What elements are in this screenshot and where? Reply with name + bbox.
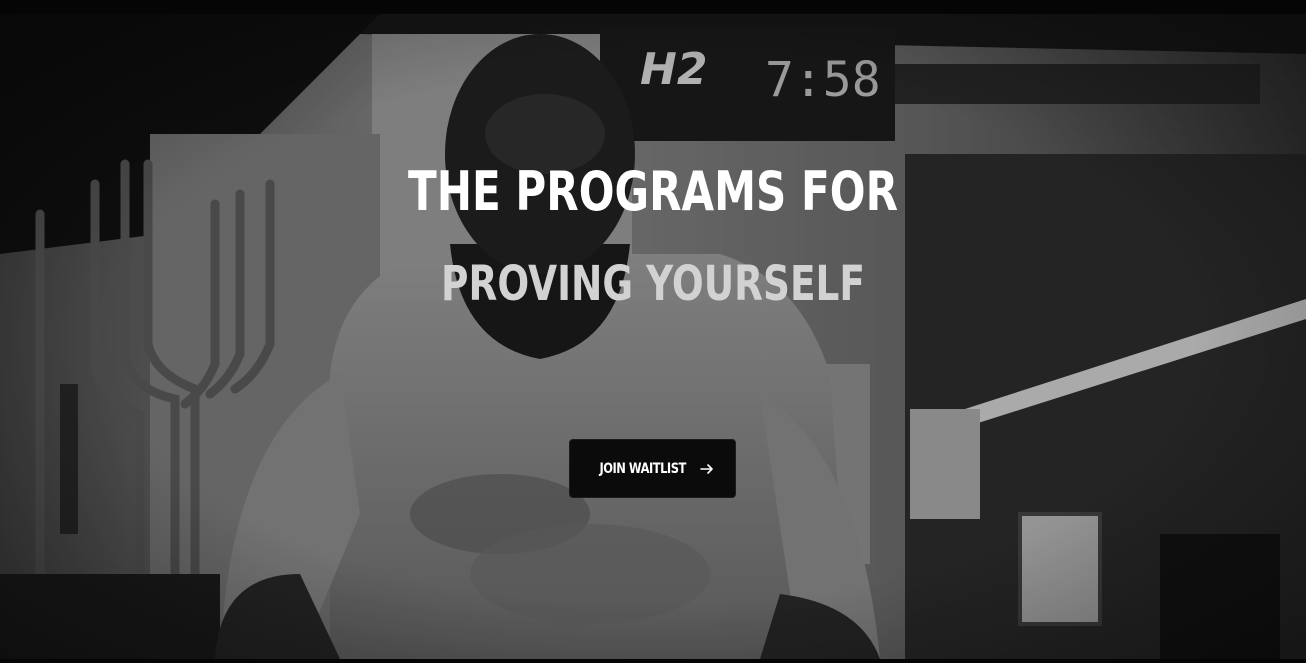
hero-section: H2 7:58 (0, 14, 1306, 659)
join-waitlist-label: JOIN WAITLIST (599, 460, 686, 477)
landing-page: H2 7:58 (0, 0, 1306, 663)
hero-headline: THE PROGRAMS FOR (407, 160, 899, 223)
top-edge-strip (0, 0, 1306, 14)
hero-subheadline: PROVING YOURSELF (441, 256, 865, 312)
bottom-edge-strip (0, 659, 1306, 663)
arrow-right-icon (700, 463, 713, 474)
join-waitlist-button[interactable]: JOIN WAITLIST (569, 439, 736, 498)
hero-dark-overlay (0, 14, 1306, 659)
